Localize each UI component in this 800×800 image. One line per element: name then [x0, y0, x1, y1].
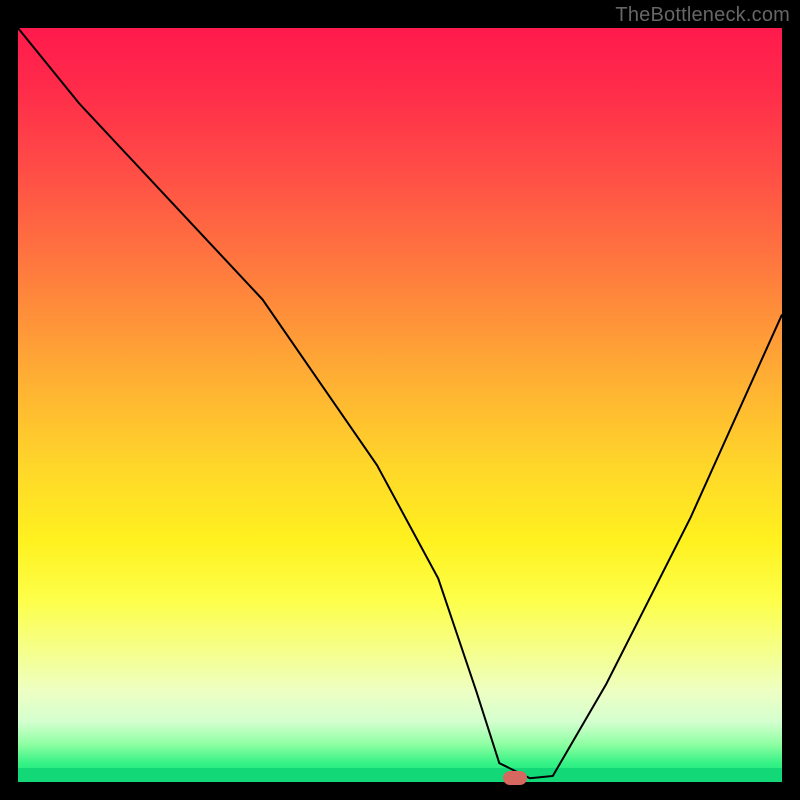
curve-path [18, 28, 782, 778]
optimal-point-marker [503, 771, 527, 785]
bottleneck-curve [18, 28, 782, 782]
chart-frame: TheBottleneck.com [0, 0, 800, 800]
watermark-text: TheBottleneck.com [615, 4, 790, 27]
plot-area [18, 28, 782, 782]
